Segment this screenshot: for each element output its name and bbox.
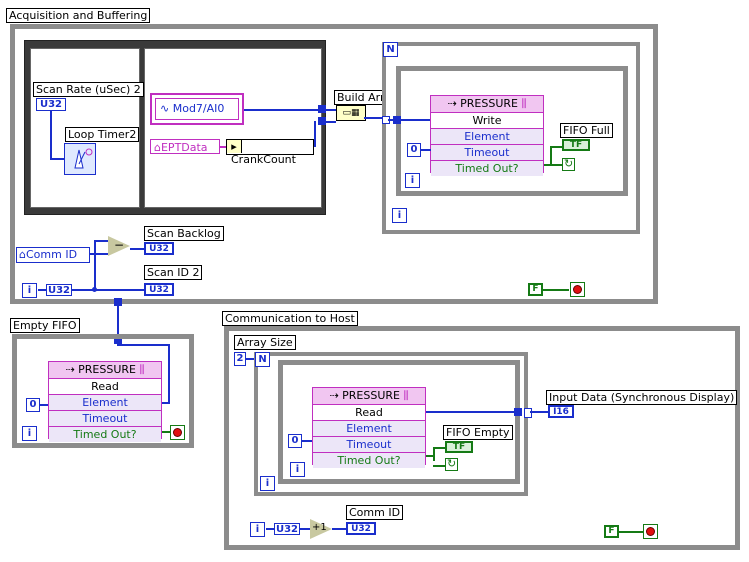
- timeout-constant-host[interactable]: 0: [288, 434, 302, 448]
- loop-timer-label: Loop Timer2: [65, 127, 140, 142]
- host-loop-iteration-terminal: i: [250, 522, 265, 537]
- comm-id-reference[interactable]: ⌂Comm ID: [16, 247, 90, 263]
- build-array-node[interactable]: ▭▦: [336, 105, 366, 121]
- u32-conversion-host[interactable]: U32: [274, 523, 300, 535]
- comm-id-indicator: U32: [346, 522, 376, 535]
- input-data-label: Input Data (Synchronous Display): [546, 390, 738, 405]
- host-inner-iteration-terminal: i: [290, 462, 305, 477]
- host-stop-terminal[interactable]: [643, 524, 658, 539]
- waveform-icon: ∿: [160, 102, 170, 115]
- fifo-read-host-node[interactable]: ⇢ PRESSURE ⫼ Read Element Timeout Timed …: [312, 387, 426, 468]
- io-node-mod7-ai0[interactable]: ∿ Mod7/AI0: [150, 93, 244, 125]
- write-loop-condition-terminal[interactable]: [562, 157, 575, 171]
- scan-backlog-indicator: U32: [144, 242, 174, 255]
- scan-id-label: Scan ID 2: [144, 265, 203, 280]
- fifo-icon: ⇢: [447, 97, 461, 110]
- comm-id-indicator-label: Comm ID: [346, 505, 404, 520]
- metronome-icon: [74, 148, 93, 169]
- false-constant-host[interactable]: F: [604, 525, 619, 538]
- array-size-constant[interactable]: 2: [234, 352, 246, 366]
- for-loop-iteration-terminal: i: [392, 208, 407, 223]
- timeout-constant-empty[interactable]: 0: [26, 398, 40, 412]
- host-for-loop-iteration-terminal: i: [260, 476, 275, 491]
- acquisition-stop-terminal[interactable]: [570, 282, 585, 297]
- false-constant-acq[interactable]: F: [528, 283, 543, 296]
- inner-write-iteration-terminal: i: [405, 173, 420, 188]
- scan-backlog-label: Scan Backlog: [144, 226, 224, 241]
- fifo-read-empty-node[interactable]: ⇢ PRESSURE ⫼ Read Element Timeout Timed …: [48, 361, 162, 442]
- acquisition-iteration-terminal: i: [22, 283, 37, 298]
- fifo-full-indicator: TF: [562, 139, 590, 151]
- host-loop-condition-terminal[interactable]: [445, 457, 458, 471]
- acquisition-loop-label: Acquisition and Buffering: [6, 8, 151, 23]
- scan-rate-control[interactable]: U32: [36, 98, 66, 111]
- fifo-empty-indicator: TF: [445, 441, 473, 453]
- home-icon: ⌂: [154, 141, 161, 154]
- timeout-constant-write[interactable]: 0: [407, 143, 421, 157]
- fifo-icon: ⇢: [329, 389, 343, 402]
- comm-host-label: Communication to Host: [222, 311, 358, 326]
- io-node-label: Mod7/AI0: [172, 102, 225, 115]
- fifo-icon: ⇢: [65, 363, 79, 376]
- input-data-indicator: I16: [548, 405, 574, 418]
- arrow-right-icon: ▸: [227, 140, 242, 153]
- empty-fifo-stop-terminal[interactable]: [170, 425, 185, 440]
- empty-fifo-label: Empty FIFO: [10, 318, 80, 333]
- host-for-loop-count-terminal[interactable]: N: [255, 352, 270, 367]
- u32-conversion[interactable]: U32: [46, 284, 72, 296]
- array-size-label: Array Size: [234, 335, 296, 350]
- property-node-crankcount[interactable]: ▸ CrankCount: [226, 139, 314, 166]
- scan-id-indicator: U32: [144, 283, 174, 296]
- loop-timer-icon[interactable]: [64, 143, 96, 175]
- for-loop-count-terminal[interactable]: N: [383, 42, 398, 57]
- scan-rate-label: Scan Rate (uSec) 2: [33, 82, 144, 97]
- ept-data-reference[interactable]: ⌂EPTData: [150, 139, 220, 154]
- empty-fifo-iteration-terminal: i: [22, 426, 37, 441]
- build-array-label: Build Array: [334, 90, 384, 105]
- fifo-write-node[interactable]: ⇢ PRESSURE ⫼ Write Element Timeout Timed…: [430, 95, 544, 176]
- fifo-full-label: FIFO Full: [560, 123, 613, 138]
- home-icon: ⌂: [19, 248, 26, 261]
- sequence-frame-2: [144, 48, 322, 208]
- fifo-empty-label: FIFO Empty: [443, 425, 513, 440]
